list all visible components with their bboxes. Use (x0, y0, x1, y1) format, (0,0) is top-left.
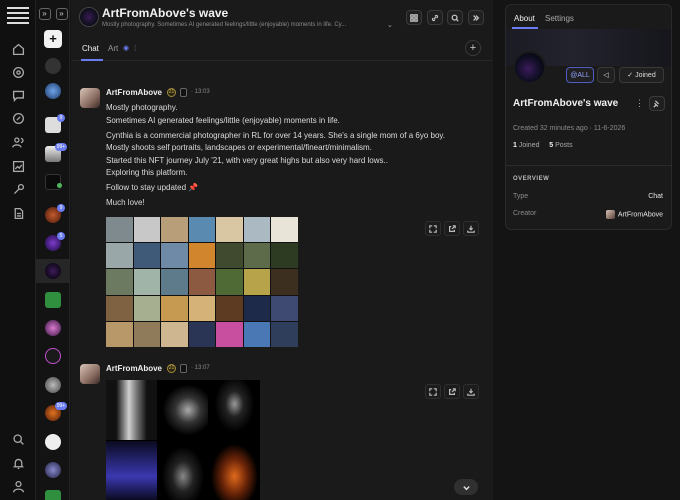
type-label: Type (513, 193, 529, 200)
creator-value[interactable]: ArtFromAbove (605, 210, 663, 219)
channel-tabs: Chat Art ◉ ⁞ + (71, 36, 493, 61)
add-space-button[interactable]: + (44, 30, 62, 48)
channel-stats: 1 Joined 5 Posts (513, 142, 573, 149)
space-avatar[interactable] (45, 83, 61, 99)
message-text: Started this NFT journey July '21, with … (106, 156, 388, 165)
download-icon[interactable] (463, 384, 479, 399)
scroll-to-bottom-button[interactable] (454, 479, 478, 495)
channel-avatar (513, 51, 546, 84)
message-text: Exploring this platform. (106, 168, 188, 177)
app-logo-icon[interactable] (7, 7, 29, 27)
message-actions (425, 221, 479, 236)
more-options-icon[interactable]: ⋮ (635, 98, 644, 109)
overview-heading: OVERVIEW (513, 176, 550, 182)
add-tab-button[interactable]: + (465, 40, 481, 56)
message-text: Mostly shoots self portraits, landscapes… (106, 143, 372, 152)
tab-about[interactable]: About (514, 14, 535, 23)
message-text: Cynthia is a commercial photographer in … (106, 131, 446, 140)
created-info: Created 32 minutes ago · 11-6-2026 (513, 125, 626, 132)
tab-settings[interactable]: Settings (545, 14, 574, 23)
message-time: · 13:03 (191, 89, 210, 95)
joined-button[interactable]: ✓ Joined (619, 67, 664, 83)
expand-icon[interactable] (425, 384, 441, 399)
pin-icon[interactable] (649, 96, 665, 111)
message-text: Sometimes AI generated feelings/little (… (106, 116, 340, 125)
panel-channel-name: ArtFromAbove's wave (513, 98, 619, 109)
level-badge: 21 (167, 88, 176, 97)
message-time: · 13:07 (191, 365, 210, 371)
photo-gallery[interactable] (106, 380, 260, 500)
space-grid[interactable] (45, 58, 61, 74)
role-badge (180, 364, 187, 373)
external-link-icon[interactable] (444, 384, 460, 399)
unread-badge: 9 (57, 204, 65, 212)
message-author[interactable]: ArtFromAbove (106, 364, 162, 373)
channel-view: ArtFromAbove's wave Mostly photography. … (71, 0, 493, 500)
explore-icon[interactable] (10, 64, 26, 80)
chevron-down-icon[interactable]: ⌄ (387, 21, 393, 29)
divider (506, 165, 671, 166)
avatar[interactable] (80, 364, 100, 384)
space-avatar[interactable] (45, 490, 61, 500)
messages-icon[interactable] (10, 87, 26, 103)
tab-divider: ⁞ (134, 44, 137, 53)
creator-label: Creator (513, 210, 537, 217)
mention-all-button[interactable]: @ALL (566, 67, 594, 83)
apps-icon[interactable] (406, 10, 422, 25)
type-value: Chat (648, 193, 663, 200)
avatar[interactable] (80, 88, 100, 108)
profile-icon[interactable] (10, 478, 26, 494)
message-text: Mostly photography. (106, 103, 178, 112)
announce-icon[interactable]: ◁ (597, 67, 615, 83)
search-icon[interactable] (447, 10, 463, 25)
download-icon[interactable] (463, 221, 479, 236)
message-author[interactable]: ArtFromAbove (106, 88, 162, 97)
about-panel: About Settings @ALL ◁ ✓ Joined ArtFromAb… (505, 4, 672, 230)
channel-avatar (79, 7, 99, 27)
search-icon[interactable] (10, 431, 26, 447)
online-dot (57, 183, 62, 188)
space-avatar[interactable] (45, 377, 61, 393)
level-badge: 21 (167, 364, 176, 373)
bell-icon[interactable] (10, 455, 26, 471)
nav-rail (0, 0, 36, 500)
avatar (605, 210, 615, 219)
channel-header: ArtFromAbove's wave Mostly photography. … (71, 0, 493, 36)
unread-badge: 9 (57, 114, 65, 122)
home-icon[interactable] (10, 41, 26, 57)
collapse-left-icon[interactable]: » (38, 8, 51, 20)
expand-panel-icon[interactable] (468, 10, 484, 25)
space-avatar[interactable] (45, 462, 61, 478)
message-text: Much love! (106, 198, 145, 207)
space-avatar[interactable] (45, 348, 61, 364)
expand-icon[interactable] (425, 221, 441, 236)
collapse-right-icon[interactable]: » (55, 8, 68, 20)
spaces-column: » » + 9 99+ 9 5 99+ (36, 0, 70, 500)
analytics-icon[interactable] (10, 158, 26, 174)
role-badge (180, 88, 187, 97)
tab-chat[interactable]: Chat (82, 44, 99, 53)
space-avatar[interactable] (45, 292, 61, 308)
link-icon[interactable] (427, 10, 443, 25)
unread-badge: 99+ (55, 143, 67, 151)
space-avatar[interactable] (45, 320, 61, 336)
message-text: Follow to stay updated 📌 (106, 183, 199, 192)
tools-icon[interactable] (10, 181, 26, 197)
tab-art[interactable]: Art (108, 44, 118, 53)
unread-badge: 5 (57, 232, 65, 240)
unread-badge: 99+ (55, 402, 67, 410)
space-avatar[interactable] (45, 434, 61, 450)
channel-title[interactable]: ArtFromAbove's wave (102, 6, 228, 20)
document-icon[interactable] (10, 205, 26, 221)
channel-description: Mostly photography. Sometimes AI generat… (102, 22, 347, 28)
users-icon[interactable] (10, 134, 26, 150)
external-link-icon[interactable] (444, 221, 460, 236)
space-avatar-active[interactable] (45, 263, 61, 279)
compass-icon[interactable] (10, 110, 26, 126)
message-actions (425, 384, 479, 399)
art-tab-icon: ◉ (123, 45, 130, 52)
photo-gallery[interactable] (106, 217, 298, 347)
active-tab-indicator (81, 59, 103, 61)
